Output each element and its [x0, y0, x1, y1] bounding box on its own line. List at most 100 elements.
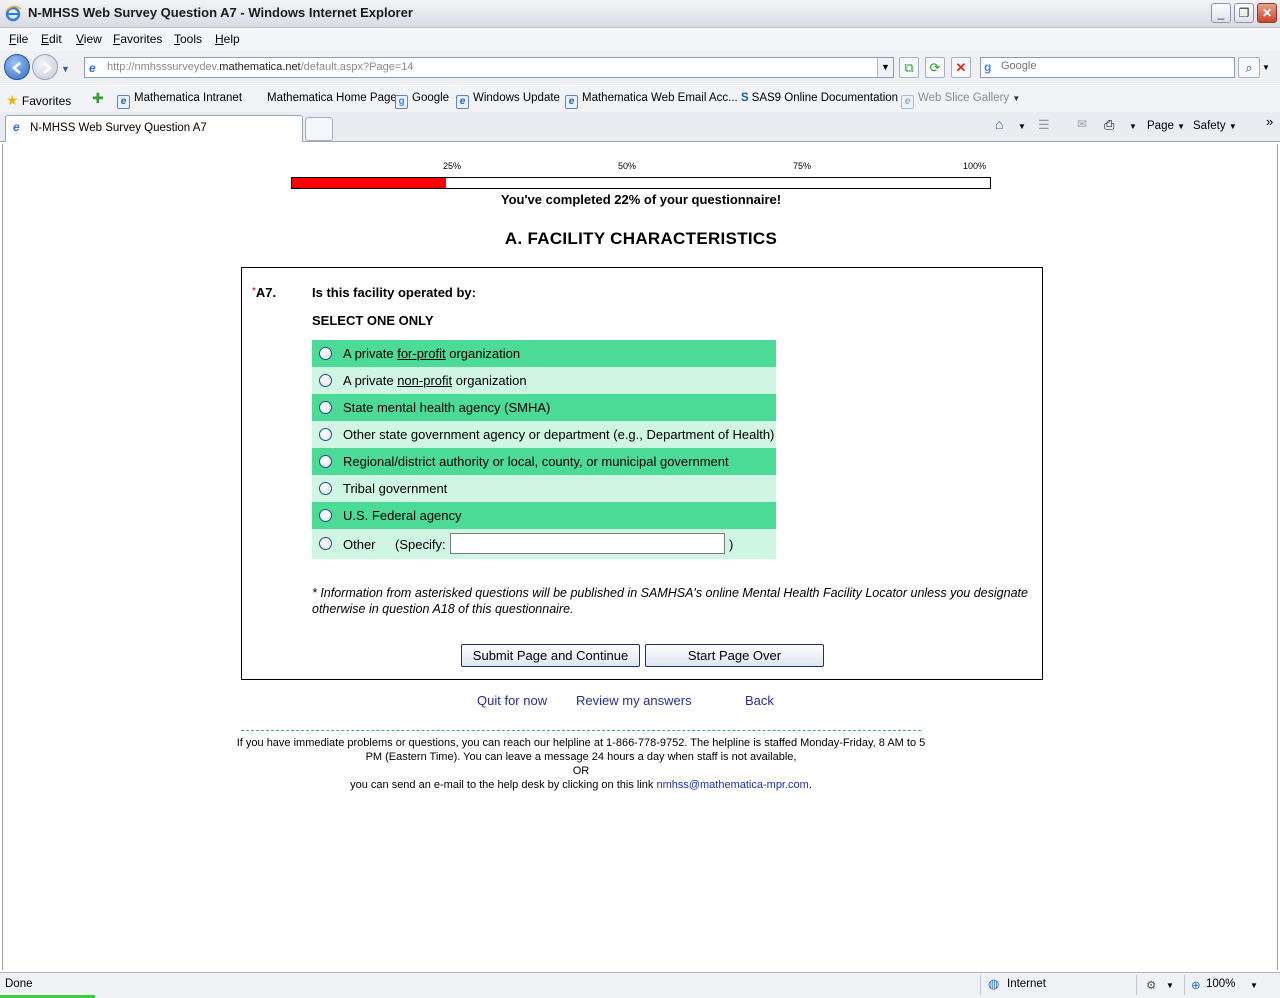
option-label: State mental health agency (SMHA)	[343, 400, 551, 415]
option-federal-agency[interactable]: U.S. Federal agency	[312, 502, 776, 529]
home-icon[interactable]: ⌂	[995, 116, 1003, 132]
add-to-favorites-icon[interactable]: ✚	[92, 90, 104, 107]
progress-text: You've completed 22% of your questionnai…	[500, 192, 782, 207]
favorites-bar: ★ Favorites ✚ e Mathematica Intranet Math…	[0, 86, 1280, 112]
feeds-icon[interactable]: ☰	[1038, 117, 1050, 133]
search-icon[interactable]: ⌕	[1238, 57, 1260, 78]
fav-link-sas9-docs[interactable]: S SAS9 Online Documentation	[741, 92, 898, 104]
menu-favorites[interactable]: Favorites	[113, 32, 162, 46]
google-icon: g	[984, 60, 992, 74]
forward-button[interactable]	[32, 54, 58, 80]
question-text: Is this facility operated by:	[312, 285, 476, 300]
divider	[241, 730, 921, 731]
start-page-over-button[interactable]: Start Page Over	[645, 644, 824, 667]
back-button[interactable]	[4, 54, 30, 80]
fav-link-windows-update[interactable]: e Windows Update	[456, 92, 560, 109]
window-title: N-MHSS Web Survey Question A7 - Windows …	[28, 5, 413, 20]
safety-menu-button[interactable]: Safety ▼	[1193, 120, 1237, 132]
option-tribal-government[interactable]: Tribal government	[312, 475, 776, 502]
compatibility-view-icon[interactable]: ⧉	[899, 57, 919, 78]
page-icon: e	[565, 95, 578, 109]
page-icon: e	[117, 95, 130, 109]
fav-link-web-slice-gallery[interactable]: e Web Slice Gallery ▼	[901, 92, 1020, 109]
star-icon: ★	[6, 92, 19, 108]
more-commands-chevron[interactable]: »	[1266, 114, 1273, 129]
menu-tools[interactable]: Tools	[174, 32, 202, 46]
review-answers-link[interactable]: Review my answers	[576, 693, 692, 708]
page-icon: e	[901, 95, 914, 109]
protected-mode-icon[interactable]: ⚙	[1146, 978, 1156, 992]
search-box[interactable]: g	[980, 57, 1235, 78]
close-window-button[interactable]: ✕	[1257, 3, 1277, 23]
search-options-dropdown[interactable]: ▼	[1262, 63, 1270, 72]
progress-label-75: 75%	[793, 161, 812, 171]
progress-bar	[291, 177, 991, 189]
option-label: Tribal government	[343, 481, 448, 496]
help-text: If you have immediate problems or questi…	[236, 737, 926, 791]
tab-strip: e N-MHSS Web Survey Question A7 ⌂ ▼ ☰ ✉ …	[0, 112, 1280, 142]
radio-button[interactable]	[319, 401, 332, 414]
refresh-icon[interactable]: ⟳	[925, 57, 945, 78]
radio-button[interactable]	[319, 347, 332, 360]
menu-bar: File Edit View Favorites Tools Help	[0, 29, 1280, 51]
progress-bar-fill	[292, 178, 446, 188]
radio-button[interactable]	[319, 455, 332, 468]
radio-button[interactable]	[319, 537, 332, 550]
option-label: Other	[343, 537, 376, 552]
restore-button[interactable]: ❐	[1234, 3, 1254, 23]
menu-help[interactable]: Help	[215, 32, 240, 46]
new-tab-button[interactable]	[305, 117, 333, 141]
menu-file[interactable]: File	[9, 32, 28, 46]
option-private-for-profit[interactable]: A private for-profit organization	[312, 340, 776, 367]
status-bar: Done ◍ Internet ⚙ ▼ ⊕ 100% ▼	[0, 972, 1280, 998]
asterisk-note: * Information from asterisked questions …	[312, 586, 1028, 616]
page-icon: e	[89, 61, 96, 75]
sas-icon: S	[741, 92, 749, 104]
stop-icon[interactable]: ✕	[951, 57, 971, 78]
submit-page-button[interactable]: Submit Page and Continue	[461, 644, 640, 667]
forward-arrow-icon	[43, 62, 53, 74]
zoom-icon[interactable]: ⊕	[1191, 978, 1201, 992]
radio-button[interactable]	[319, 374, 332, 387]
page-content: 25% 50% 75% 100% You've completed 22% of…	[2, 144, 1278, 970]
back-link[interactable]: Back	[745, 693, 774, 708]
specify-input[interactable]	[450, 533, 725, 554]
internet-explorer-icon	[5, 5, 22, 22]
option-smha[interactable]: State mental health agency (SMHA)	[312, 394, 776, 421]
search-input[interactable]	[1001, 60, 1226, 72]
minimize-button[interactable]: _	[1211, 3, 1231, 23]
option-regional-local-government[interactable]: Regional/district authority or local, co…	[312, 448, 776, 475]
radio-button[interactable]	[319, 428, 332, 441]
zoom-level[interactable]: 100%	[1206, 978, 1235, 990]
print-icon[interactable]: ⎙	[1104, 117, 1114, 133]
google-icon: g	[395, 95, 408, 109]
progress-label-50: 50%	[618, 161, 637, 171]
help-email-link[interactable]: nmhss@mathematica-mpr.com	[656, 779, 808, 791]
address-dropdown-icon[interactable]: ▼	[877, 58, 893, 77]
favorites-button[interactable]: ★ Favorites	[6, 92, 71, 109]
page-menu-button[interactable]: Page ▼	[1147, 120, 1185, 132]
quit-link[interactable]: Quit for now	[477, 693, 547, 708]
home-dropdown-icon[interactable]: ▼	[1018, 122, 1026, 131]
menu-view[interactable]: View	[76, 32, 102, 46]
radio-button[interactable]	[319, 509, 332, 522]
option-label: A private non-profit organization	[343, 373, 527, 388]
option-other-state-agency[interactable]: Other state government agency or departm…	[312, 421, 776, 448]
progress-label-25: 25%	[443, 161, 462, 171]
mail-icon[interactable]: ✉	[1077, 117, 1087, 131]
print-dropdown-icon[interactable]: ▼	[1129, 122, 1137, 131]
fav-link-mathematica-intranet[interactable]: e Mathematica Intranet	[117, 92, 242, 109]
fav-link-google[interactable]: g Google	[395, 92, 449, 109]
tab-title: N-MHSS Web Survey Question A7	[30, 122, 207, 134]
radio-button[interactable]	[319, 482, 332, 495]
option-other[interactable]: Other (Specify: )	[312, 529, 776, 559]
protected-mode-dropdown[interactable]: ▼	[1166, 981, 1174, 990]
fav-link-web-email[interactable]: e Mathematica Web Email Acc...	[565, 92, 738, 109]
option-private-non-profit[interactable]: A private non-profit organization	[312, 367, 776, 394]
zoom-dropdown[interactable]: ▼	[1250, 981, 1258, 990]
recent-pages-dropdown[interactable]: ▼	[61, 64, 70, 74]
tab-current-page[interactable]: e N-MHSS Web Survey Question A7	[5, 115, 303, 142]
address-bar[interactable]: e http://nmhsssurveydev.mathematica.net/…	[84, 57, 894, 78]
menu-edit[interactable]: Edit	[41, 32, 62, 46]
fav-link-mathematica-home[interactable]: Mathematica Home Page	[267, 92, 397, 104]
